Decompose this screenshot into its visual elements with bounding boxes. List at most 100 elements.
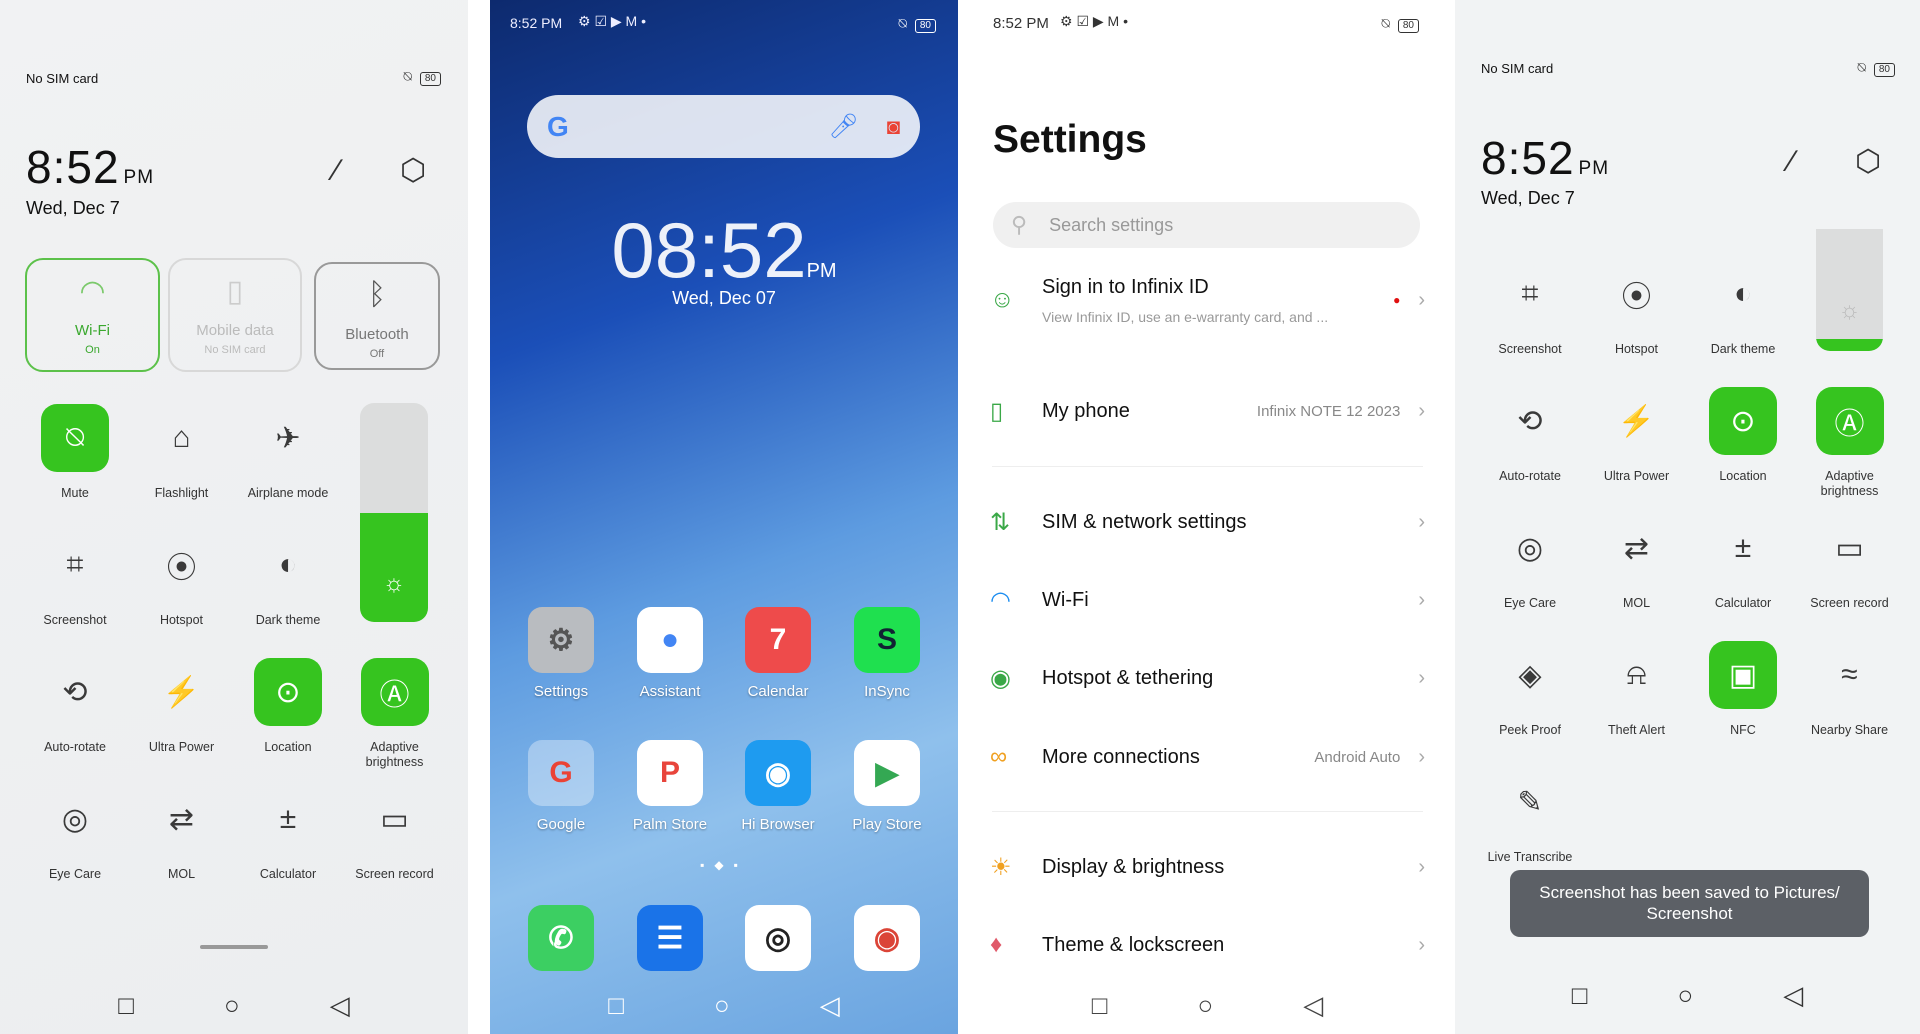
toggle-auto-rotate[interactable]: ⟲ Auto-rotate	[1477, 387, 1583, 484]
edit-icon[interactable]: ∕	[1789, 145, 1794, 179]
toggle-screenshot[interactable]: ⌗ Screenshot	[22, 531, 128, 628]
google-search-bar[interactable]: G 🎤︎ ◙	[527, 95, 920, 158]
back-button[interactable]: ◁	[1303, 990, 1323, 1021]
settings-icon[interactable]: ⬡	[400, 153, 426, 188]
mic-icon[interactable]: 🎤︎	[828, 112, 858, 141]
auto-rotate-icon: ⟲	[1517, 404, 1543, 438]
toggle-mol[interactable]: ⇄ MOL	[129, 785, 235, 882]
toggle-label: Eye Care	[1503, 596, 1557, 610]
toggle-screen-record[interactable]: ▭ Screen record	[1797, 514, 1903, 611]
edit-icon[interactable]: ∕	[334, 154, 339, 188]
page-indicator: ▪◆▪	[700, 858, 748, 872]
settings-item-sign-in-to-infinix-id[interactable]: ☺ Sign in to Infinix ID View Infinix ID, u…	[990, 276, 1425, 325]
toggle-location[interactable]: ⊙ Location	[235, 658, 341, 755]
insync-app-icon: S	[854, 607, 920, 673]
mobile-data-tile[interactable]: ▯ Mobile data No SIM card	[168, 258, 302, 372]
toggle-location[interactable]: ⊙ Location	[1690, 387, 1796, 484]
toggle-theft-alert[interactable]: ⍾ Theft Alert	[1584, 641, 1690, 738]
home-button[interactable]: ○	[1198, 990, 1214, 1021]
hi-browser-app-icon: ◉	[745, 740, 811, 806]
brightness-slider[interactable]: ☼	[1816, 229, 1883, 351]
toggle-label: MOL	[167, 867, 196, 881]
messages-app[interactable]: ☰	[620, 905, 720, 971]
toggle-airplane-mode[interactable]: ✈ Airplane mode	[235, 404, 341, 501]
phone-app[interactable]: ✆	[511, 905, 611, 971]
app-label: Play Store	[852, 816, 922, 833]
home-button[interactable]: ○	[714, 990, 730, 1021]
toggle-calculator[interactable]: ± Calculator	[1690, 514, 1796, 611]
toggle-label: Screenshot	[43, 613, 107, 627]
settings-item-sim-network-settings[interactable]: ⇅ SIM & network settings ›	[990, 500, 1425, 544]
assistant-app[interactable]: ● Assistant	[620, 607, 720, 700]
camera-app[interactable]: ◎	[728, 905, 828, 971]
bluetooth-tile[interactable]: ᛒ Bluetooth Off	[314, 262, 440, 370]
hi-browser-app[interactable]: ◉ Hi Browser	[728, 740, 828, 833]
toggle-dark-theme[interactable]: ◐ Dark theme	[235, 531, 341, 628]
home-button[interactable]: ○	[1678, 980, 1694, 1011]
recents-button[interactable]: □	[1572, 980, 1588, 1011]
toggle-peek-proof[interactable]: ◈ Peek Proof	[1477, 641, 1583, 738]
toggle-calculator[interactable]: ± Calculator	[235, 785, 341, 882]
toggle-screenshot[interactable]: ⌗ Screenshot	[1477, 260, 1583, 357]
nav-bar: □ ○ ◁	[490, 990, 958, 1021]
toggle-ultra-power[interactable]: ⚡ Ultra Power	[129, 658, 235, 755]
auto-rotate-icon: ⟲	[62, 675, 88, 709]
toggle-hotspot[interactable]: ⦿ Hotspot	[1584, 260, 1690, 357]
toggle-nfc[interactable]: ▣ NFC	[1690, 641, 1796, 738]
settings-app[interactable]: ⚙ Settings	[511, 607, 611, 700]
recents-button[interactable]: □	[1092, 990, 1108, 1021]
toggle-eye-care[interactable]: ◎ Eye Care	[22, 785, 128, 882]
toggle-mol[interactable]: ⇄ MOL	[1584, 514, 1690, 611]
toggle-adaptive-brightness[interactable]: Ⓐ Adaptive brightness	[342, 658, 448, 770]
back-button[interactable]: ◁	[1783, 980, 1803, 1011]
calendar-app[interactable]: 7 Calendar	[728, 607, 828, 700]
theme-icon: ♦	[990, 931, 1003, 958]
insync-app[interactable]: S InSync	[837, 607, 937, 700]
settings-item-display-brightness[interactable]: ☀ Display & brightness ›	[990, 845, 1425, 889]
recents-button[interactable]: □	[118, 990, 134, 1021]
item-value: Infinix NOTE 12 2023	[1256, 402, 1401, 420]
drag-handle[interactable]	[200, 945, 268, 949]
home-date: Wed, Dec 07	[672, 288, 776, 308]
chrome-app[interactable]: ◉	[837, 905, 937, 971]
settings-screen: 8:52 PM ⚙ ☑ ▶ M • ⍉ 80 Settings ⚲ Search …	[960, 0, 1455, 1034]
toggle-hotspot[interactable]: ⦿ Hotspot	[129, 531, 235, 628]
toggle-label: Airplane mode	[247, 486, 329, 500]
wifi-icon: ◠	[79, 275, 106, 308]
settings-item-hotspot-tethering[interactable]: ◉ Hotspot & tethering ›	[990, 656, 1425, 700]
lens-icon[interactable]: ◙	[887, 114, 900, 140]
toggle-live-transcribe[interactable]: ✎ Live Transcribe	[1477, 768, 1583, 865]
brightness-slider[interactable]: ☼	[360, 403, 428, 622]
quick-settings-expanded: No SIM card ⍉ 80 8:52 PM Wed, Dec 7 ∕ ⬡ ⌗ S…	[1455, 0, 1920, 1034]
palm-store-app[interactable]: P Palm Store	[620, 740, 720, 833]
google-folder[interactable]: G Google	[511, 740, 611, 833]
battery-icon: 80	[1397, 19, 1419, 33]
toggle-screen-record[interactable]: ▭ Screen record	[342, 785, 448, 882]
toggle-flashlight[interactable]: ⌂ Flashlight	[129, 404, 235, 501]
home-button[interactable]: ○	[224, 990, 240, 1021]
settings-icon[interactable]: ⬡	[1855, 144, 1881, 179]
mol-icon: ⇄	[168, 802, 195, 836]
back-button[interactable]: ◁	[330, 990, 350, 1021]
play-store-app[interactable]: ▶ Play Store	[837, 740, 937, 833]
recents-button[interactable]: □	[608, 990, 624, 1021]
search-input[interactable]: ⚲ Search settings	[993, 202, 1420, 248]
settings-item-theme-lockscreen[interactable]: ♦ Theme & lockscreen ›	[990, 923, 1425, 967]
toggle-eye-care[interactable]: ◎ Eye Care	[1477, 514, 1583, 611]
toggle-auto-rotate[interactable]: ⟲ Auto-rotate	[22, 658, 128, 755]
toggle-mute[interactable]: ⍉ Mute	[22, 404, 128, 501]
toggle-ultra-power[interactable]: ⚡ Ultra Power	[1584, 387, 1690, 484]
settings-item-more-connections[interactable]: ∞ More connections Android Auto ›	[990, 735, 1425, 779]
screen-record-icon: ▭	[1835, 531, 1864, 565]
back-button[interactable]: ◁	[820, 990, 840, 1021]
settings-item-wi-fi[interactable]: ◠ Wi-Fi ›	[990, 578, 1425, 622]
wifi-tile[interactable]: ◠ Wi-Fi On	[25, 258, 160, 372]
toggle-adaptive-brightness[interactable]: Ⓐ Adaptive brightness	[1797, 387, 1903, 499]
item-title: My phone	[1042, 399, 1130, 422]
assistant-app-icon: ●	[637, 607, 703, 673]
toggle-nearby-share[interactable]: ≈ Nearby Share	[1797, 641, 1903, 738]
app-label: Settings	[533, 683, 589, 700]
toggle-dark-theme[interactable]: ◐ Dark theme	[1690, 260, 1796, 357]
settings-item-my-phone[interactable]: ▯ My phone Infinix NOTE 12 2023 ›	[990, 389, 1425, 433]
divider	[992, 811, 1423, 812]
